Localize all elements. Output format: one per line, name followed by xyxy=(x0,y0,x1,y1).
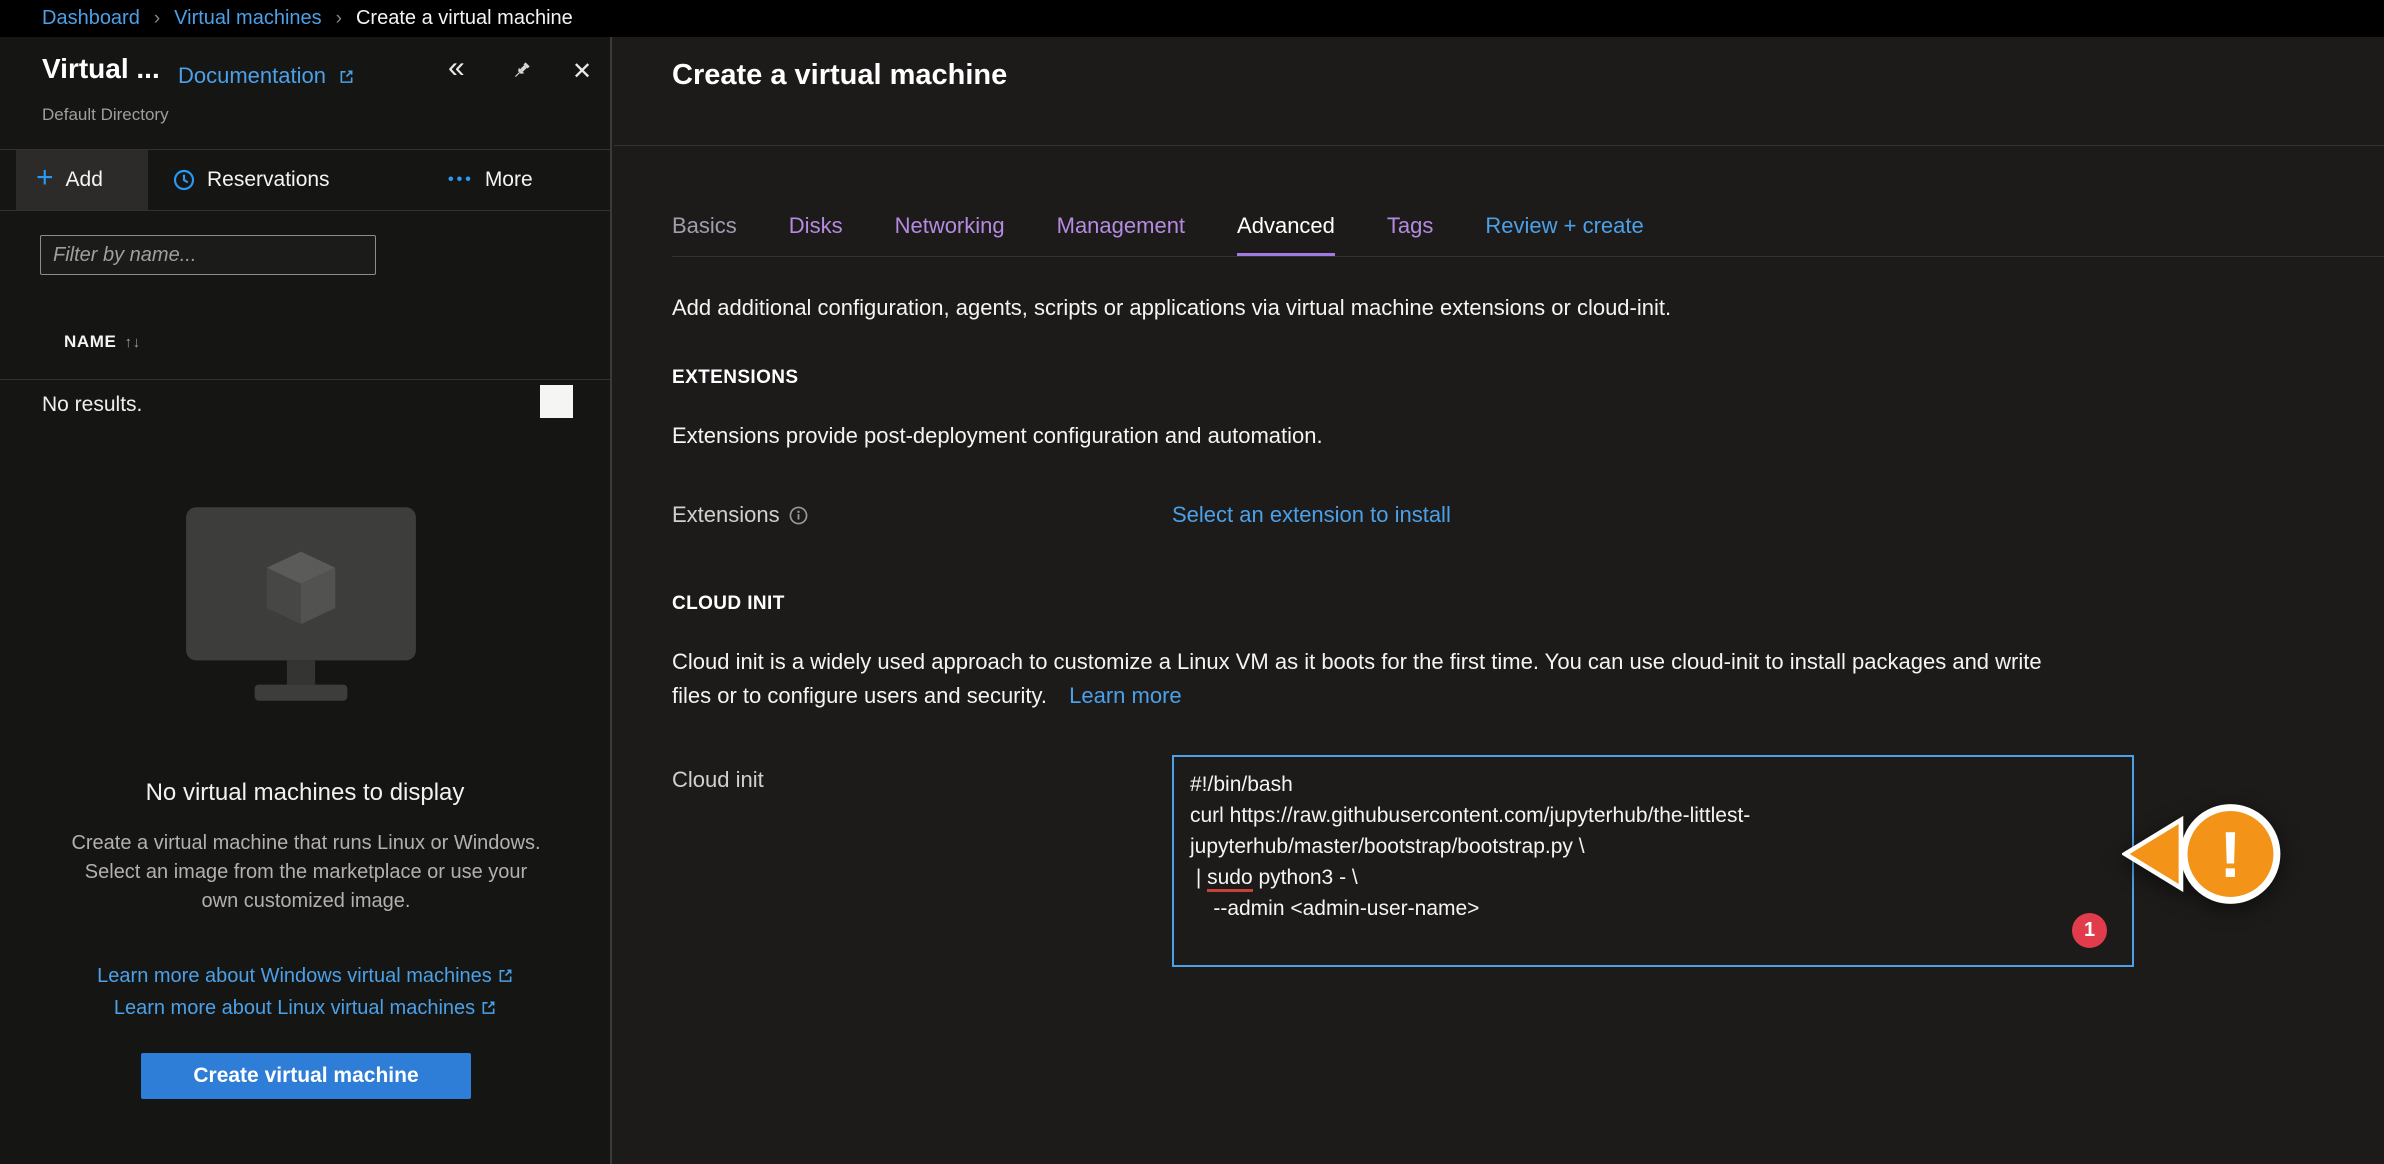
cloud-init-field-label: Cloud init xyxy=(672,767,764,793)
learn-windows-label: Learn more about Windows virtual machine… xyxy=(97,965,492,987)
external-link-icon xyxy=(498,968,513,983)
reservations-button[interactable]: Reservations xyxy=(162,150,340,210)
learn-linux-link[interactable]: Learn more about Linux virtual machines xyxy=(0,997,610,1020)
breadcrumb-virtual-machines[interactable]: Virtual machines xyxy=(174,7,321,30)
plus-icon: + xyxy=(36,161,54,195)
select-extension-link[interactable]: Select an extension to install xyxy=(1172,502,1451,528)
code-line: jupyterhub/master/bootstrap/bootstrap.py… xyxy=(1190,831,2116,862)
tab-tags[interactable]: Tags xyxy=(1387,205,1433,256)
learn-linux-label: Learn more about Linux virtual machines xyxy=(114,997,475,1019)
tab-advanced[interactable]: Advanced xyxy=(1237,205,1335,256)
learn-windows-link[interactable]: Learn more about Windows virtual machine… xyxy=(0,965,610,988)
tab-bar: Basics Disks Networking Management Advan… xyxy=(672,205,2384,257)
virtual-machines-panel: Virtual ... Documentation « ✕ Default Di… xyxy=(0,37,612,1164)
panel-title: Virtual ... xyxy=(42,53,160,85)
tab-review-create[interactable]: Review + create xyxy=(1485,205,1643,256)
empty-state-description: Create a virtual machine that runs Linux… xyxy=(66,829,546,916)
advanced-intro-text: Add additional configuration, agents, sc… xyxy=(672,295,1671,321)
annotation-pointer-icon: ! xyxy=(2122,789,2308,919)
breadcrumb-separator: › xyxy=(154,8,160,30)
cloud-init-heading: CLOUD INIT xyxy=(672,593,785,615)
scrollbar-thumb[interactable] xyxy=(540,385,573,418)
info-icon[interactable] xyxy=(789,506,808,525)
filter-input[interactable] xyxy=(40,235,376,275)
breadcrumb-separator: › xyxy=(336,8,342,30)
command-bar: + Add Reservations ••• More xyxy=(0,149,610,211)
list-divider xyxy=(0,379,610,380)
vm-empty-illustration xyxy=(170,499,432,715)
header-divider xyxy=(614,145,2384,146)
collapse-panel-icon[interactable]: « xyxy=(448,51,465,85)
more-label: More xyxy=(485,168,533,192)
pin-icon[interactable] xyxy=(510,59,533,82)
add-label: Add xyxy=(66,168,103,192)
close-icon[interactable]: ✕ xyxy=(572,57,592,86)
name-column-header[interactable]: NAME ↑↓ xyxy=(64,332,141,352)
no-results-text: No results. xyxy=(42,393,142,417)
ellipsis-icon: ••• xyxy=(448,171,474,189)
cloud-init-description-text: Cloud init is a widely used approach to … xyxy=(672,649,2042,708)
empty-state-title: No virtual machines to display xyxy=(0,779,610,807)
code-line: --admin <admin-user-name> xyxy=(1190,893,2116,924)
name-header-label: NAME xyxy=(64,332,116,352)
create-vm-button[interactable]: Create virtual machine xyxy=(141,1053,471,1099)
cloud-init-textarea[interactable]: #!/bin/bash curl https://raw.githubuserc… xyxy=(1172,755,2134,967)
directory-label: Default Directory xyxy=(42,105,169,125)
svg-text:!: ! xyxy=(2220,818,2242,891)
code-line: curl https://raw.githubusercontent.com/j… xyxy=(1190,800,2116,831)
external-link-icon xyxy=(339,69,354,84)
breadcrumb-current: Create a virtual machine xyxy=(356,7,573,30)
add-button[interactable]: + Add xyxy=(16,150,148,210)
tab-networking[interactable]: Networking xyxy=(895,205,1005,256)
breadcrumb-dashboard[interactable]: Dashboard xyxy=(42,7,140,30)
external-link-icon xyxy=(481,1000,496,1015)
code-line: #!/bin/bash xyxy=(1190,769,2116,800)
tab-basics[interactable]: Basics xyxy=(672,205,737,256)
breadcrumb: Dashboard › Virtual machines › Create a … xyxy=(0,0,2384,37)
reservations-label: Reservations xyxy=(207,168,330,192)
step-number-badge: 1 xyxy=(2072,913,2107,948)
documentation-label: Documentation xyxy=(178,63,326,89)
documentation-link[interactable]: Documentation xyxy=(178,63,354,89)
more-button[interactable]: ••• More xyxy=(448,150,533,210)
tab-disks[interactable]: Disks xyxy=(789,205,843,256)
extensions-row: Extensions Select an extension to instal… xyxy=(672,499,1972,531)
create-vm-blade: Create a virtual machine Basics Disks Ne… xyxy=(614,37,2384,1164)
extensions-heading: EXTENSIONS xyxy=(672,367,798,389)
extensions-field-label: Extensions xyxy=(672,502,780,528)
code-line: | sudo python3 - \ xyxy=(1190,862,2116,893)
cloud-init-description: Cloud init is a widely used approach to … xyxy=(672,645,2082,713)
learn-more-link[interactable]: Learn more xyxy=(1069,683,1182,708)
page-title: Create a virtual machine xyxy=(672,59,1007,92)
sort-icon: ↑↓ xyxy=(124,334,140,351)
clock-icon xyxy=(172,168,196,192)
extensions-description: Extensions provide post-deployment confi… xyxy=(672,423,1323,449)
tab-management[interactable]: Management xyxy=(1057,205,1185,256)
misspelled-word: sudo xyxy=(1207,866,1253,892)
